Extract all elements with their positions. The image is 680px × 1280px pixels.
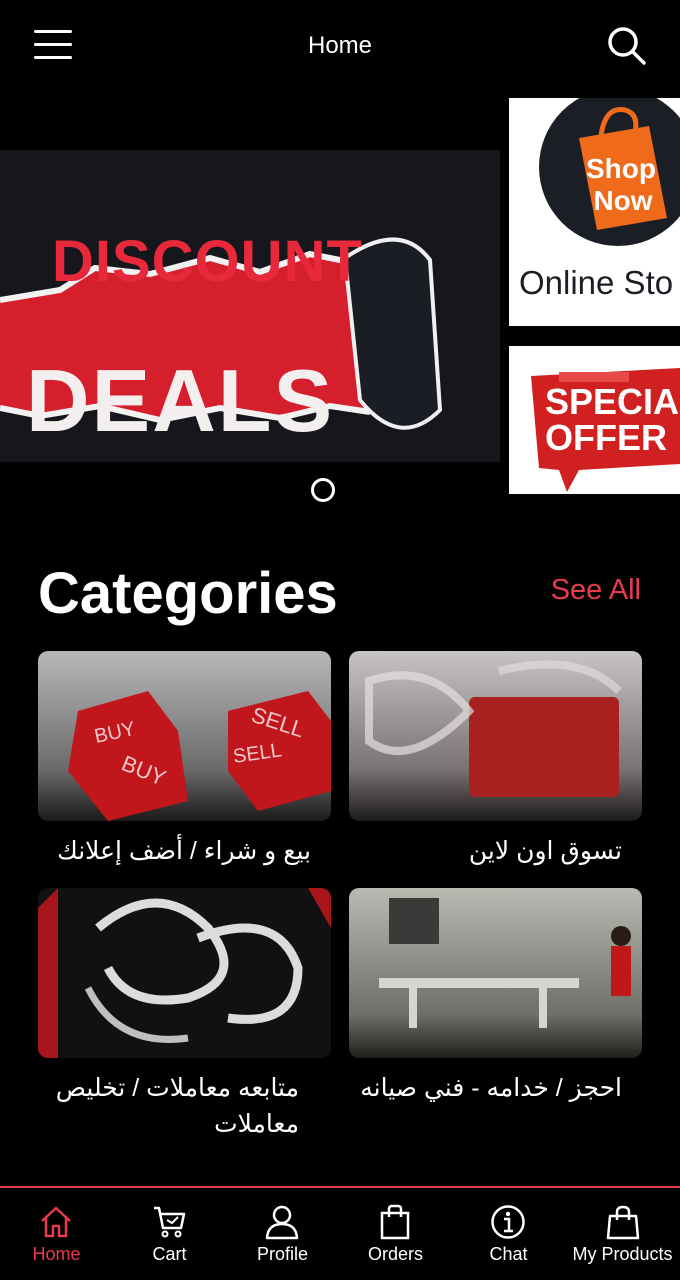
nav-my-products[interactable]: My Products — [565, 1188, 680, 1280]
category-image — [349, 888, 642, 1058]
category-image — [38, 888, 331, 1058]
cart-icon — [154, 1206, 186, 1238]
categories-heading: Categories — [38, 561, 338, 626]
nav-home-label: Home — [32, 1244, 81, 1264]
nav-home[interactable]: Home — [0, 1188, 113, 1280]
bottom-navigation: Home Cart Profile Orders Chat My Product… — [0, 1186, 680, 1280]
special-label: SPECIAL — [545, 381, 680, 422]
nav-profile-label: Profile — [256, 1244, 309, 1264]
page-title: Home — [307, 32, 373, 59]
app-header: Home — [0, 0, 680, 92]
shop-label: Shop — [586, 153, 656, 184]
nav-orders[interactable]: Orders — [339, 1188, 452, 1280]
shop-now-badge: Shop Now — [539, 98, 680, 246]
shopping-bag-icon — [380, 1204, 410, 1240]
nav-cart[interactable]: Cart — [113, 1188, 226, 1280]
nav-cart-label: Cart — [152, 1244, 187, 1264]
nav-orders-label: Orders — [367, 1244, 423, 1264]
nav-chat-label: Chat — [489, 1244, 528, 1264]
nav-my-products-label: My Products — [572, 1244, 673, 1264]
online-store-slide[interactable]: Shop Now Online Sto — [509, 98, 680, 326]
special-offer-text: SPECIAL OFFER — [545, 384, 680, 456]
home-icon — [41, 1206, 71, 1238]
category-label: متابعه معاملات / تخليص معاملات — [55, 1074, 299, 1138]
now-label: Now — [593, 185, 652, 216]
promo-carousel[interactable]: DISCOUNT DEALS Shop Now Online Sto SPECI… — [0, 98, 680, 498]
shopping-bag-outline-icon — [606, 1205, 640, 1240]
nav-profile[interactable]: Profile — [226, 1188, 339, 1280]
offer-label: OFFER — [545, 417, 667, 458]
category-image: BUY BUY SELL SELL — [38, 651, 331, 821]
deals-text: DEALS — [26, 351, 335, 450]
nav-chat[interactable]: Chat — [452, 1188, 565, 1280]
search-icon[interactable] — [606, 25, 648, 67]
discount-deals-slide[interactable]: DISCOUNT DEALS — [0, 150, 500, 462]
discount-text: DISCOUNT — [52, 229, 363, 294]
category-image — [349, 651, 642, 821]
special-offer-slide[interactable]: SPECIAL OFFER — [509, 346, 680, 494]
online-store-caption: Online Sto — [519, 264, 674, 301]
info-icon — [491, 1205, 525, 1239]
profile-icon — [265, 1205, 299, 1240]
category-label: بيع و شراء / أضف إعلانك — [57, 837, 311, 865]
see-all-link[interactable]: See All — [551, 574, 641, 607]
carousel-indicator-dot[interactable] — [311, 478, 335, 502]
category-label: تسوق اون لاين — [468, 837, 622, 865]
category-label: احجز / خدامه - فني صيانه — [360, 1074, 622, 1102]
